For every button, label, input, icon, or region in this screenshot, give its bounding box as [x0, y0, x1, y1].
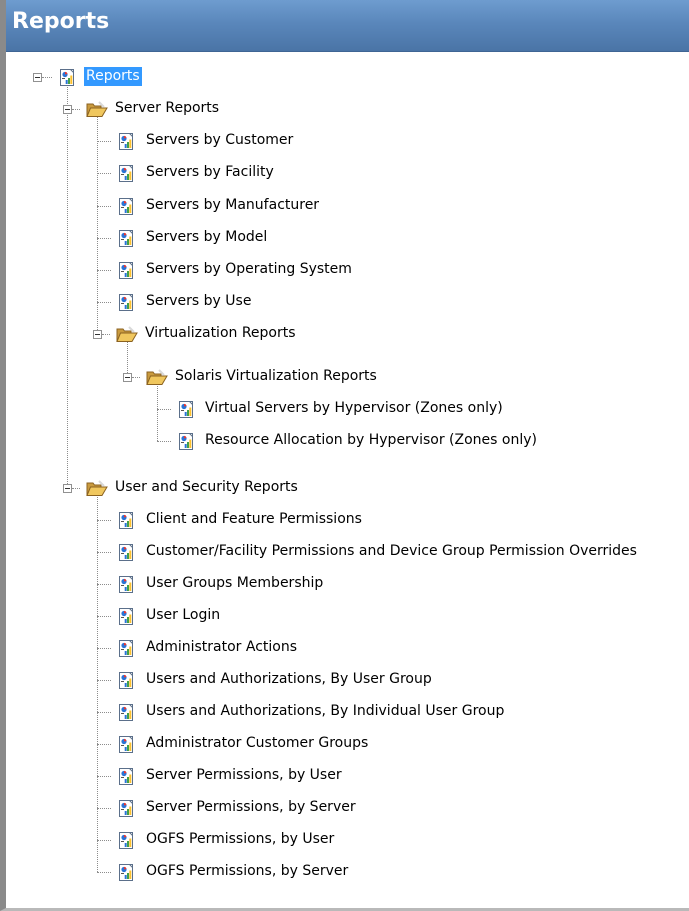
report-icon — [117, 831, 136, 850]
tree-item-user-security-report[interactable]: Administrator Customer Groups — [144, 734, 370, 753]
tree-connector-line — [132, 377, 140, 378]
report-icon — [117, 511, 136, 530]
tree-item-user-security-report[interactable]: Server Permissions, by User — [144, 766, 344, 785]
tree-connector-line — [157, 409, 171, 410]
report-icon — [177, 400, 196, 419]
tree-connector-line — [97, 520, 111, 521]
tree-item-user-security-report[interactable]: Customer/Facility Permissions and Device… — [144, 542, 639, 561]
collapse-toggle-virtualization-reports[interactable] — [93, 330, 102, 339]
tree-connector-line — [67, 82, 68, 488]
tree-connector-line — [97, 776, 111, 777]
tree-connector-line — [97, 616, 111, 617]
tree-connector-line — [97, 808, 111, 809]
collapse-toggle-user-security-reports[interactable] — [63, 484, 72, 493]
tree-item-user-security-report[interactable]: Client and Feature Permissions — [144, 510, 364, 529]
tree-item-user-security-report[interactable]: Server Permissions, by Server — [144, 798, 358, 817]
report-icon — [117, 863, 136, 882]
tree-connector-line — [97, 494, 98, 872]
tree-folder-user-security-reports[interactable]: User and Security Reports — [113, 478, 300, 497]
tree-connector-line — [97, 744, 111, 745]
report-icon — [117, 575, 136, 594]
tree-connector-line — [157, 383, 158, 441]
tree-item-user-security-report[interactable]: Administrator Actions — [144, 638, 299, 657]
tree-connector-line — [97, 238, 111, 239]
report-icon — [117, 607, 136, 626]
tree-connector-line — [72, 109, 80, 110]
tree-item-user-security-report[interactable]: User Groups Membership — [144, 574, 325, 593]
tree-item-server-report[interactable]: Servers by Use — [144, 292, 253, 311]
tree-connector-line — [97, 270, 111, 271]
tree-item-user-security-report[interactable]: OGFS Permissions, by Server — [144, 862, 350, 881]
tree-connector-line — [157, 441, 171, 442]
tree-connector-line — [102, 334, 110, 335]
tree-item-solaris-report[interactable]: Virtual Servers by Hypervisor (Zones onl… — [203, 399, 505, 418]
report-icon — [117, 543, 136, 562]
report-icon — [117, 799, 136, 818]
report-icon — [58, 68, 77, 87]
tree-connector-line — [97, 173, 111, 174]
tree-connector-line — [42, 77, 52, 78]
report-icon — [117, 197, 136, 216]
reports-panel: Reports Reports Server Reports Servers by … — [0, 0, 689, 911]
tree-folder-server-reports[interactable]: Server Reports — [113, 99, 221, 118]
folder-icon — [86, 100, 108, 119]
report-icon — [117, 703, 136, 722]
folder-icon — [116, 325, 138, 344]
tree-connector-line — [97, 206, 111, 207]
tree-node-reports[interactable]: Reports — [84, 67, 142, 86]
tree-connector-line — [97, 302, 111, 303]
tree-item-server-report[interactable]: Servers by Facility — [144, 163, 276, 182]
report-icon — [117, 671, 136, 690]
tree-item-server-report[interactable]: Servers by Customer — [144, 131, 295, 150]
tree-connector-line — [97, 840, 111, 841]
report-icon — [117, 767, 136, 786]
tree-item-user-security-report[interactable]: Users and Authorizations, By Individual … — [144, 702, 506, 721]
tree-item-user-security-report[interactable]: User Login — [144, 606, 222, 625]
tree-connector-line — [97, 648, 111, 649]
tree-connector-line — [97, 872, 111, 873]
collapse-toggle-solaris-virtualization-reports[interactable] — [123, 373, 132, 382]
report-icon — [117, 229, 136, 248]
tree-folder-solaris-virtualization-reports[interactable]: Solaris Virtualization Reports — [173, 367, 379, 386]
tree-item-solaris-report[interactable]: Resource Allocation by Hypervisor (Zones… — [203, 431, 539, 450]
tree-connector-line — [97, 141, 111, 142]
tree-connector-line — [97, 712, 111, 713]
report-icon — [117, 293, 136, 312]
report-icon — [117, 164, 136, 183]
tree-item-server-report[interactable]: Servers by Manufacturer — [144, 196, 321, 215]
tree-item-user-security-report[interactable]: Users and Authorizations, By User Group — [144, 670, 434, 689]
report-icon — [117, 261, 136, 280]
tree-connector-line — [127, 340, 128, 377]
tree-connector-line — [97, 584, 111, 585]
report-icon — [117, 132, 136, 151]
tree-item-server-report[interactable]: Servers by Operating System — [144, 260, 354, 279]
tree-folder-virtualization-reports[interactable]: Virtualization Reports — [143, 324, 298, 343]
tree-item-server-report[interactable]: Servers by Model — [144, 228, 269, 247]
collapse-toggle-reports[interactable] — [33, 73, 42, 82]
collapse-toggle-server-reports[interactable] — [63, 105, 72, 114]
folder-icon — [86, 479, 108, 498]
tree-connector-line — [72, 488, 80, 489]
tree-item-user-security-report[interactable]: OGFS Permissions, by User — [144, 830, 336, 849]
folder-icon — [146, 368, 168, 387]
report-icon — [117, 735, 136, 754]
report-icon — [117, 639, 136, 658]
report-icon — [177, 432, 196, 451]
reports-tree[interactable]: Reports Server Reports Servers by Customer… — [6, 0, 689, 905]
tree-connector-line — [97, 552, 111, 553]
tree-connector-line — [97, 680, 111, 681]
